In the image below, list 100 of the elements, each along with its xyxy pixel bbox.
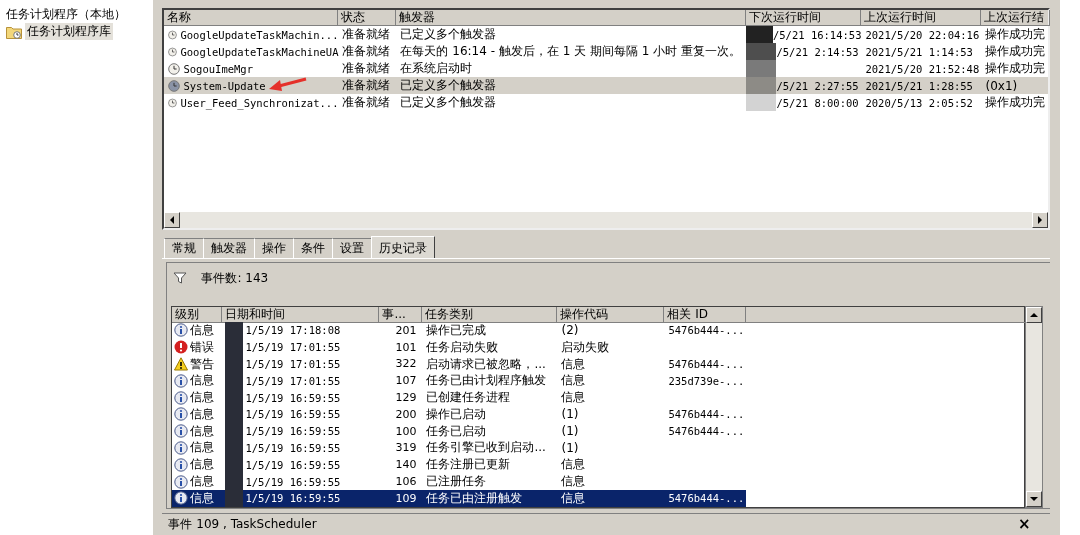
column-header[interactable]: 上次运行结 bbox=[981, 10, 1051, 26]
column-header[interactable]: 级别 bbox=[172, 307, 223, 323]
task-row[interactable]: System-Update 准备就绪 已定义多个触发器 /5/21 2:27:55 2021/5/21 1:28:55 (0x1) bbox=[164, 77, 1049, 94]
tab[interactable]: 历史记录 bbox=[371, 236, 436, 258]
event-count: 事件数: 143 bbox=[201, 269, 269, 287]
column-header[interactable]: 状态 bbox=[338, 10, 397, 26]
op-code-cell: (2) bbox=[561, 323, 579, 338]
op-code-cell: 信息 bbox=[561, 473, 586, 490]
category-cell: 任务已由注册触发 bbox=[426, 489, 523, 507]
scroll-up-button[interactable] bbox=[1026, 307, 1043, 323]
event-row[interactable]: 信息 1/5/19 16:59:55 100 任务已启动 (1) 5476b444-... bbox=[172, 422, 1025, 440]
filter-icon[interactable] bbox=[173, 272, 188, 284]
tab[interactable]: 常规 bbox=[164, 238, 205, 258]
op-code-cell: (1) bbox=[561, 424, 579, 439]
event-id-cell: 109 bbox=[395, 491, 417, 505]
event-id-cell: 319 bbox=[395, 441, 417, 455]
correlation-id-cell: 235d739e-... bbox=[668, 374, 745, 387]
event-row[interactable]: 警告 1/5/19 17:01:55 322 启动请求已被忽略，... 信息 5476b444-... bbox=[172, 355, 1025, 373]
clock-icon bbox=[168, 62, 181, 75]
category-cell: 已创建任务进程 bbox=[426, 389, 511, 406]
date-cell: 1/5/19 16:59:55 bbox=[245, 441, 341, 454]
task-row[interactable]: SogouImeMgr 准备就绪 在系统启动时 2021/5/20 21:52:48 操作成功完 bbox=[164, 60, 1049, 77]
op-code-cell: 启动失败 bbox=[561, 338, 610, 356]
task-name: System-Update bbox=[183, 79, 266, 92]
event-row[interactable]: 信息 1/5/19 17:01:55 107 任务已由计划程序触发 信息 235d739e-... bbox=[172, 372, 1025, 390]
event-row[interactable]: 错误 1/5/19 17:01:55 101 任务启动失败 启动失败 bbox=[172, 338, 1025, 356]
category-cell: 已注册任务 bbox=[426, 473, 487, 490]
correlation-id-cell: 5476b444-... bbox=[668, 324, 745, 337]
event-row[interactable]: 信息 1/5/19 16:59:55 129 已创建任务进程 信息 bbox=[172, 389, 1025, 406]
status-cell-text: 准备就绪 bbox=[341, 94, 392, 111]
severity-cell: 信息 bbox=[190, 473, 215, 490]
last-result-cell-text: 操作成功完 bbox=[984, 43, 1047, 60]
category-cell: 任务已由计划程序触发 bbox=[426, 372, 547, 390]
tab[interactable]: 条件 bbox=[293, 238, 334, 258]
correlation-id-cell: 5476b444-... bbox=[668, 425, 745, 438]
tree-item[interactable]: 任务计划程序库 bbox=[25, 23, 113, 40]
last-run-cell-text: 2020/5/13 2:05:52 bbox=[864, 95, 974, 111]
last-result-cell-text: 操作成功完 bbox=[984, 94, 1047, 111]
event-row[interactable]: 信息 1/5/19 16:59:55 109 任务已由注册触发 信息 5476b444-... bbox=[172, 489, 1025, 507]
column-header[interactable]: 触发器 bbox=[396, 10, 747, 26]
tab[interactable]: 触发器 bbox=[203, 238, 256, 258]
event-row[interactable]: 信息 1/5/19 17:18:08 201 操作已完成 (2) 5476b444-... bbox=[172, 322, 1025, 339]
status-cell-text: 准备就绪 bbox=[341, 77, 392, 94]
horizontal-scrollbar[interactable] bbox=[164, 212, 1049, 228]
event-row[interactable]: 信息 1/5/19 16:59:55 106 已注册任务 信息 bbox=[172, 473, 1025, 490]
trigger-cell-text: 在每天的 16:14 - 触发后，在 1 天 期间每隔 1 小时 重复一次。 bbox=[399, 43, 742, 60]
column-header[interactable]: 操作代码 bbox=[557, 307, 665, 323]
trigger-cell-text: 已定义多个触发器 bbox=[399, 77, 498, 94]
category-cell: 任务引擎已收到启动... bbox=[426, 439, 546, 457]
event-row[interactable]: 信息 1/5/19 16:59:55 200 操作已启动 (1) 5476b444-... bbox=[172, 406, 1025, 423]
scroll-left-button[interactable] bbox=[164, 212, 181, 228]
task-row[interactable]: User_Feed_Synchronizat... 准备就绪 已定义多个触发器 /5/21 8:00:00 2020/5/13 2:05:52 操作成功完 bbox=[164, 94, 1049, 111]
severity-cell: 警告 bbox=[190, 355, 215, 373]
category-cell: 启动请求已被忽略，... bbox=[426, 355, 546, 373]
event-id-cell: 100 bbox=[395, 424, 417, 438]
op-code-cell: (1) bbox=[561, 407, 579, 422]
correlation-id-cell: 5476b444-... bbox=[668, 358, 745, 370]
task-row[interactable]: GoogleUpdateTaskMachineUA 准备就绪 在每天的 16:14 - 触发后，在 1 天 期间每隔 1 小时 重复一次。 /5/21 2:14:53 2021/5/21 1:14:53 操作成功完 bbox=[164, 43, 1049, 60]
last-run-cell-text: 2021/5/21 1:28:55 bbox=[864, 78, 974, 94]
event-id-cell: 129 bbox=[395, 391, 417, 405]
category-cell: 任务启动失败 bbox=[426, 338, 499, 356]
status-cell-text: 准备就绪 bbox=[341, 26, 392, 43]
severity-cell: 信息 bbox=[190, 439, 215, 457]
severity-cell: 信息 bbox=[190, 489, 215, 507]
last-result-cell-text: 操作成功完 bbox=[984, 26, 1047, 43]
event-id-cell: 101 bbox=[395, 340, 417, 354]
column-header[interactable]: 名称 bbox=[164, 10, 339, 26]
category-cell: 操作已启动 bbox=[426, 406, 487, 423]
column-header[interactable]: 任务类别 bbox=[422, 307, 558, 323]
task-name: User_Feed_Synchronizat... bbox=[180, 96, 339, 109]
close-button[interactable]: × bbox=[1015, 515, 1033, 534]
left-triangle-icon bbox=[169, 216, 176, 224]
severity-cell: 信息 bbox=[190, 389, 215, 406]
status-cell-text: 准备就绪 bbox=[341, 60, 392, 77]
date-cell: 1/5/19 16:59:55 bbox=[245, 458, 341, 471]
date-cell: 1/5/19 16:59:55 bbox=[245, 492, 341, 505]
vertical-scrollbar[interactable] bbox=[1025, 306, 1044, 508]
scroll-down-button[interactable] bbox=[1026, 490, 1043, 507]
column-header[interactable]: 事... bbox=[379, 307, 423, 323]
tree-root[interactable]: 任务计划程序（本地） bbox=[6, 6, 154, 22]
date-cell: 1/5/19 16:59:55 bbox=[245, 425, 341, 438]
tab[interactable]: 操作 bbox=[254, 238, 295, 258]
severity-cell: 错误 bbox=[190, 338, 215, 356]
op-code-cell: 信息 bbox=[561, 355, 586, 373]
trigger-cell-text: 在系统启动时 bbox=[399, 60, 474, 77]
op-code-cell: 信息 bbox=[561, 456, 586, 474]
right-triangle-icon bbox=[1037, 216, 1044, 224]
correlation-id-cell: 5476b444-... bbox=[668, 492, 745, 505]
op-code-cell: 信息 bbox=[561, 389, 586, 406]
task-row[interactable]: GoogleUpdateTaskMachin... 准备就绪 已定义多个触发器 /5/21 16:14:53 2021/5/20 22:04:16 操作成功完 bbox=[164, 26, 1049, 43]
column-header[interactable]: 上次运行时间 bbox=[861, 10, 982, 26]
event-row[interactable]: 信息 1/5/19 16:59:55 140 任务注册已更新 信息 bbox=[172, 456, 1025, 474]
trigger-cell-text: 已定义多个触发器 bbox=[399, 26, 498, 43]
scroll-right-button[interactable] bbox=[1032, 212, 1049, 228]
clock-icon bbox=[168, 28, 178, 41]
column-header[interactable]: 相关 ID bbox=[664, 307, 747, 323]
clock-icon bbox=[168, 79, 181, 92]
event-row[interactable]: 信息 1/5/19 16:59:55 319 任务引擎已收到启动... (1) bbox=[172, 439, 1025, 457]
task-name: SogouImeMgr bbox=[183, 62, 253, 75]
date-cell: 1/5/19 17:01:55 bbox=[245, 358, 341, 370]
